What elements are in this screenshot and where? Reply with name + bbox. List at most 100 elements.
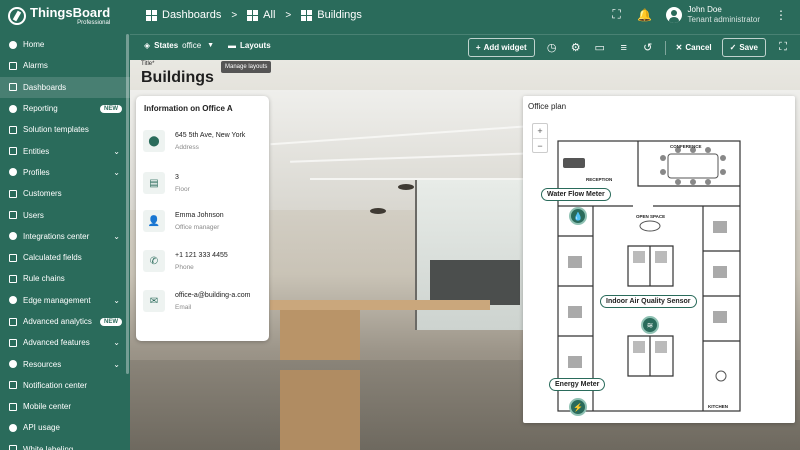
info-label: Office manager [175,224,220,231]
sidebar-item-customers[interactable]: Customers [0,183,130,204]
sidebar-item-profiles[interactable]: Profiles ⌄ [0,162,130,183]
sidebar-item-label: Integrations center [23,231,90,241]
desk-divider-panel [430,260,520,305]
sidebar-item-dashboards[interactable]: Dashboards [0,76,130,98]
info-value: Emma Johnson [175,212,224,219]
add-widget-button[interactable]: + Add widget [467,38,535,57]
phone-icon: ✆ [143,250,165,272]
office-info-widget: Information on Office A ⬤ 645 5th Ave, Ne… [136,96,269,341]
sidebar-item-label: Edge management [23,295,91,305]
customers-icon [8,189,17,198]
info-value: 3 [175,174,179,181]
title-field-label: Title* [141,61,155,67]
dashboard-icon [146,9,157,21]
sidebar-item-integrations-center[interactable]: Integrations center ⌄ [0,226,130,247]
breadcrumb-buildings: Buildings [301,9,362,21]
info-label: Floor [175,186,190,193]
sidebar-item-edge-management[interactable]: Edge management ⌄ [0,290,130,311]
sidebar-item-home[interactable]: Home [0,34,130,55]
sidebar-item-white-labeling[interactable]: White labeling [0,439,130,450]
cancel-button[interactable]: ✕ Cancel [676,43,712,52]
floor-icon: ▤ [143,172,165,194]
breadcrumb-all[interactable]: All [247,9,275,21]
users-icon [8,211,17,220]
fullscreen-icon[interactable]: ⛶ [610,7,624,22]
sidebar-item-solution-templates[interactable]: Solution templates [0,119,130,140]
energy-bolt-icon[interactable]: ⚡ [569,398,587,416]
alarm-icon [8,61,17,70]
info-value: office-a@building-a.com [175,292,251,299]
room-label-conference: CONFERENCE [670,144,702,149]
history-icon[interactable]: ↺ [641,41,655,55]
profiles-icon [8,168,17,177]
pendant-lamp [370,208,386,214]
dropdown-arrow-icon: ▼ [207,42,215,49]
timewindow-clock-icon[interactable]: ◷ [545,41,559,55]
breadcrumb: Dashboards > All > Buildings [146,9,362,21]
dashboard-icon [247,9,259,21]
sidebar-item-alarms[interactable]: Alarms [0,55,130,76]
info-label: Address [175,144,199,151]
user-menu[interactable]: John Doe Tenant administrator [665,5,760,24]
floor-plan-map[interactable]: CONFERENCE RECEPTION OPEN SPACE KITCHEN [553,136,743,416]
edge-icon [8,296,17,305]
expand-icon[interactable]: ⛶ [776,41,790,55]
info-row-email: ✉ office-a@building-a.com Email [143,290,250,312]
widget-title: Office plan [528,102,567,111]
chevron-down-icon: ⌄ [113,359,120,369]
sidebar-item-resources[interactable]: Resources ⌄ [0,353,130,374]
settings-gear-icon[interactable]: ⚙ [569,41,583,55]
home-icon [8,40,17,49]
toolbar-divider [664,40,666,55]
devices-icon[interactable]: ▭ [593,41,607,55]
filter-icon[interactable]: ≡ [617,41,631,55]
sidebar-item-notification-center[interactable]: Notification center [0,375,130,396]
calculated-fields-icon [8,253,17,262]
sidebar-item-advanced-analytics[interactable]: Advanced analytics NEW [0,311,130,332]
logo[interactable]: ThingsBoard Professional [8,6,110,26]
logo-title: ThingsBoard [30,5,111,20]
sidebar-item-advanced-features[interactable]: Advanced features ⌄ [0,332,130,353]
top-bar: ThingsBoard Professional Dashboards > Al… [0,0,800,34]
sidebar-item-reporting[interactable]: Reporting NEW [0,98,130,119]
sidebar-item-users[interactable]: Users [0,204,130,225]
sidebar-item-label: Reporting [23,104,58,114]
sidebar-item-api-usage[interactable]: API usage [0,417,130,438]
energy-meter-label[interactable]: Energy Meter [549,378,606,391]
save-button[interactable]: ✓ Save [721,38,766,57]
page-title[interactable]: Buildings [141,69,214,87]
chevron-down-icon: ⌄ [113,146,120,156]
check-icon: ✓ [729,43,737,52]
water-drop-icon[interactable]: 💧 [569,207,587,225]
integrations-icon [8,232,17,241]
room-label-reception: RECEPTION [586,177,612,182]
template-icon [8,125,17,134]
zoom-in-button[interactable]: + [533,124,547,139]
sidebar-item-entities[interactable]: Entities ⌄ [0,140,130,161]
location-icon: ⬤ [143,130,165,152]
sidebar-item-calculated-fields[interactable]: Calculated fields [0,247,130,268]
entities-icon [8,147,17,156]
air-quality-icon[interactable]: ≋ [641,316,659,334]
zoom-out-button[interactable]: − [533,139,547,153]
sidebar-item-label: Customers [23,189,62,199]
more-vert-icon[interactable]: ⋮ [774,8,788,22]
close-icon: ✕ [675,43,683,52]
person-icon: 👤 [143,210,165,232]
sidebar-item-rule-chains[interactable]: Rule chains [0,268,130,289]
layouts-tooltip: Manage layouts [221,61,272,73]
breadcrumb-dashboards[interactable]: Dashboards [146,9,221,21]
sidebar-item-label: Alarms [23,61,48,71]
water-flow-meter-label[interactable]: Water Flow Meter [541,188,611,201]
sidebar-item-label: Notification center [23,380,88,390]
air-quality-sensor-label[interactable]: Indoor Air Quality Sensor [600,295,697,308]
new-badge: NEW [100,104,122,113]
analytics-icon [8,317,17,326]
notifications-bell-icon[interactable]: 🔔 [637,8,652,22]
sidebar-item-mobile-center[interactable]: Mobile center [0,396,130,417]
states-selector[interactable]: ◈ States office ▼ [144,41,214,50]
layouts-button[interactable]: ▬ Layouts [228,41,271,50]
sidebar-item-label: Users [23,210,44,220]
info-row-phone: ✆ +1 121 333 4455 Phone [143,250,228,272]
sidebar-item-label: Dashboards [23,82,67,92]
